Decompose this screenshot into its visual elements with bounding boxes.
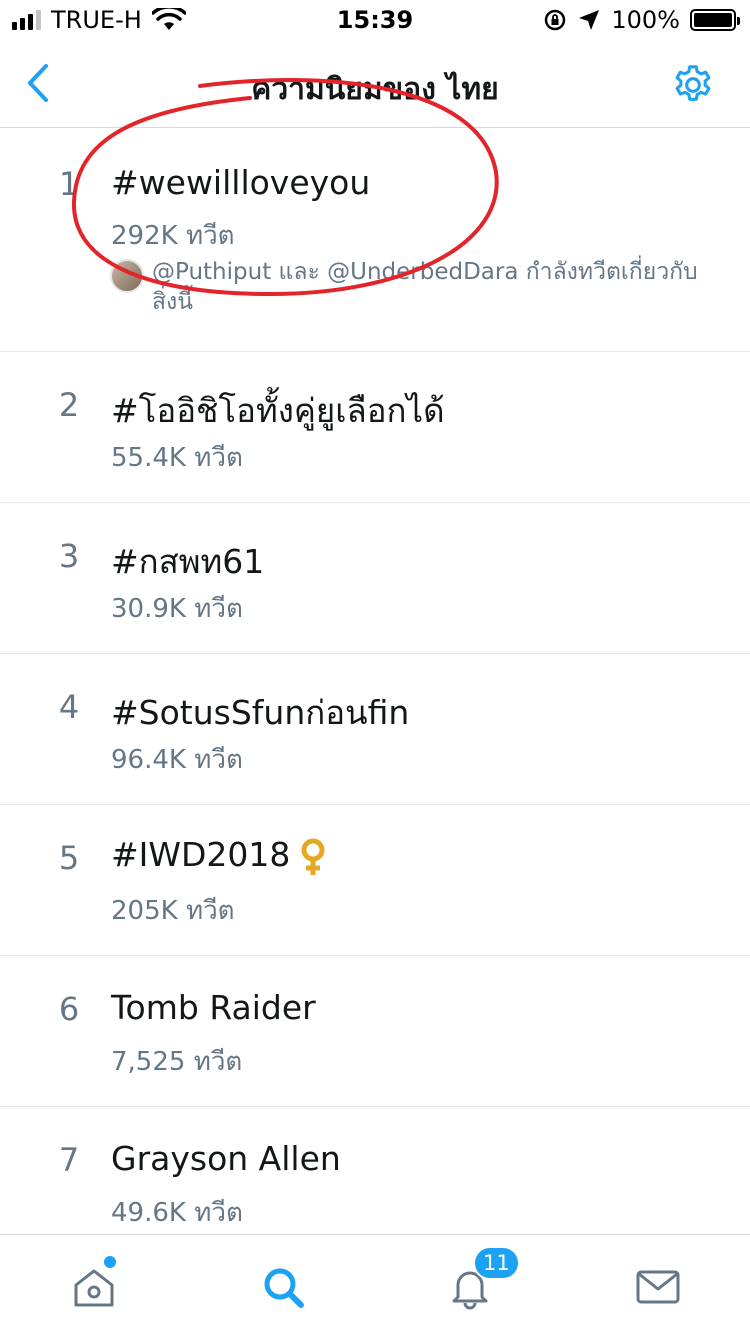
trend-tweet-count: 30.9K ทวีต xyxy=(111,594,243,624)
trend-rank: 5 xyxy=(58,839,80,877)
trend-tweet-count: 292K ทวีต xyxy=(111,221,235,251)
venus-icon xyxy=(301,838,325,875)
trend-item-2[interactable]: 2 #โออิชิโอทั้งคู่ยูเลือกได้ 55.4K ทวีต xyxy=(0,352,750,503)
avatar xyxy=(110,259,144,293)
trend-item-5[interactable]: 5 #IWD2018 205K ทวีต xyxy=(0,805,750,956)
trend-tweet-count: 205K ทวีต xyxy=(111,896,235,926)
notifications-badge: 11 xyxy=(473,1246,520,1280)
messages-icon[interactable] xyxy=(634,1263,682,1311)
page-title: ความนิยมของ ไทย xyxy=(251,72,499,107)
trend-tweet-count: 7,525 ทวีต xyxy=(111,1047,243,1077)
trend-rank: 3 xyxy=(58,537,80,575)
trend-item-1[interactable]: 1 #wewillloveyou 292K ทวีต @Puthiput และ… xyxy=(0,129,750,352)
trend-rank: 7 xyxy=(58,1141,80,1179)
trend-item-4[interactable]: 4 #SotusSfunก่อนfin 96.4K ทวีต xyxy=(0,654,750,805)
battery-icon xyxy=(690,9,740,31)
trend-context-text: @Puthiput และ @UnderbedDara กำลังทวีตเกี… xyxy=(152,259,698,315)
trend-name: Tomb Raider xyxy=(111,988,316,1027)
trend-rank: 6 xyxy=(58,990,80,1028)
navigation-bar: ความนิยมของ ไทย xyxy=(0,40,750,128)
trend-context: @Puthiput และ @UnderbedDara กำลังทวีตเกี… xyxy=(110,257,710,317)
gear-icon[interactable] xyxy=(670,62,716,108)
home-icon[interactable] xyxy=(70,1263,118,1311)
trend-item-3[interactable]: 3 #กสพท61 30.9K ทวีต xyxy=(0,503,750,654)
trend-name: #SotusSfunก่อนfin xyxy=(111,693,410,732)
trend-name: Grayson Allen xyxy=(111,1139,341,1178)
home-unread-dot xyxy=(104,1256,116,1268)
tab-bar xyxy=(0,1234,750,1334)
trend-tweet-count: 96.4K ทวีต xyxy=(111,745,243,775)
trend-name: #กสพท61 xyxy=(111,542,265,581)
location-arrow-icon xyxy=(579,10,600,30)
trend-name: #wewillloveyou xyxy=(111,163,371,202)
trends-list: 1 #wewillloveyou 292K ทวีต @Puthiput และ… xyxy=(0,129,750,1258)
battery-percentage: 100% xyxy=(611,6,680,34)
status-right: 100% xyxy=(543,6,740,34)
trend-rank: 4 xyxy=(58,688,80,726)
trend-name-row: #IWD2018 xyxy=(111,835,328,877)
trend-name: #โออิชิโอทั้งคู่ยูเลือกได้ xyxy=(111,391,445,430)
status-bar: TRUE-H 15:39 100% xyxy=(0,0,750,40)
trend-rank: 1 xyxy=(58,165,80,203)
rotation-lock-icon xyxy=(545,9,566,31)
trend-item-6[interactable]: 6 Tomb Raider 7,525 ทวีต xyxy=(0,956,750,1107)
trend-rank: 2 xyxy=(58,386,80,424)
trend-name: #IWD2018 xyxy=(111,835,291,874)
trend-tweet-count: 55.4K ทวีต xyxy=(111,443,243,473)
trend-tweet-count: 49.6K ทวีต xyxy=(111,1198,243,1228)
search-icon[interactable] xyxy=(259,1263,307,1311)
